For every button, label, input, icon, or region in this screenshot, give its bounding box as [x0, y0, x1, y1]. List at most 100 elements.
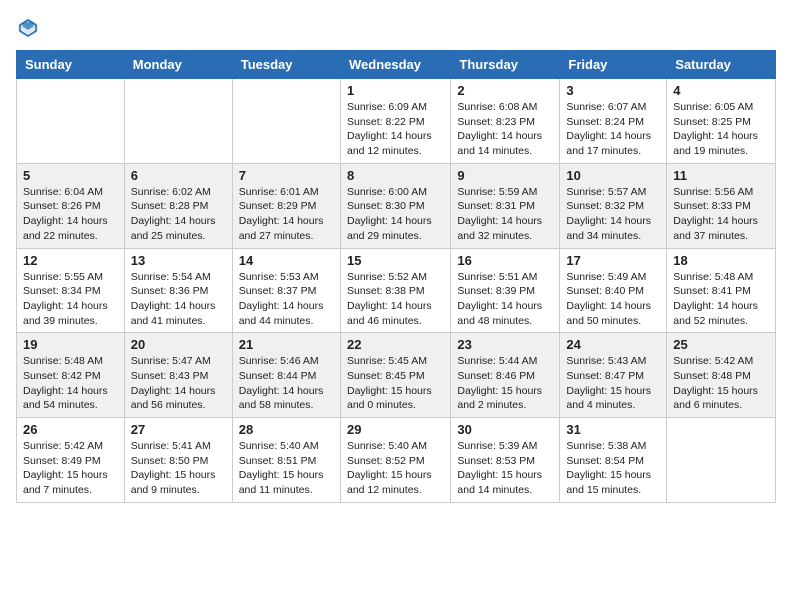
day-info: Sunrise: 5:39 AM Sunset: 8:53 PM Dayligh…	[457, 439, 553, 498]
day-cell: 17 Sunrise: 5:49 AM Sunset: 8:40 PM Dayli…	[560, 248, 667, 333]
day-cell: 28Sunrise: 5:40 AM Sunset: 8:51 PM Dayli…	[232, 418, 340, 503]
day-cell: 26 Sunrise: 5:42 AM Sunset: 8:49 PM Dayli…	[17, 418, 125, 503]
day-cell: 30 Sunrise: 5:39 AM Sunset: 8:53 PM Dayli…	[451, 418, 560, 503]
day-info: Sunrise: 5:59 AM Sunset: 8:31 PM Dayligh…	[457, 185, 553, 244]
day-cell: 27Sunrise: 5:41 AM Sunset: 8:50 PM Dayli…	[124, 418, 232, 503]
week-row-5: 26 Sunrise: 5:42 AM Sunset: 8:49 PM Dayli…	[17, 418, 776, 503]
day-info: Sunrise: 6:01 AM Sunset: 8:29 PM Dayligh…	[239, 185, 334, 244]
day-cell: 12 Sunrise: 5:55 AM Sunset: 8:34 PM Dayli…	[17, 248, 125, 333]
week-row-1: 1 Sunrise: 6:09 AM Sunset: 8:22 PM Daylig…	[17, 79, 776, 164]
day-number: 13	[131, 253, 226, 268]
day-cell	[124, 79, 232, 164]
day-info: Sunrise: 5:55 AM Sunset: 8:34 PM Dayligh…	[23, 270, 118, 329]
day-cell: 9 Sunrise: 5:59 AM Sunset: 8:31 PM Daylig…	[451, 163, 560, 248]
day-info: Sunrise: 5:45 AM Sunset: 8:45 PM Dayligh…	[347, 354, 444, 413]
day-info: Sunrise: 5:48 AM Sunset: 8:42 PM Dayligh…	[23, 354, 118, 413]
day-number: 11	[673, 168, 769, 183]
weekday-header-row: SundayMondayTuesdayWednesdayThursdayFrid…	[17, 51, 776, 79]
day-number: 5	[23, 168, 118, 183]
day-cell: 15 Sunrise: 5:52 AM Sunset: 8:38 PM Dayli…	[340, 248, 450, 333]
day-number: 27	[131, 422, 226, 437]
weekday-header-saturday: Saturday	[667, 51, 776, 79]
weekday-header-wednesday: Wednesday	[340, 51, 450, 79]
day-info: Sunrise: 5:53 AM Sunset: 8:37 PM Dayligh…	[239, 270, 334, 329]
day-info: Sunrise: 6:04 AM Sunset: 8:26 PM Dayligh…	[23, 185, 118, 244]
day-number: 21	[239, 337, 334, 352]
day-cell: 6 Sunrise: 6:02 AM Sunset: 8:28 PM Daylig…	[124, 163, 232, 248]
day-cell	[667, 418, 776, 503]
day-cell: 20 Sunrise: 5:47 AM Sunset: 8:43 PM Dayli…	[124, 333, 232, 418]
day-number: 16	[457, 253, 553, 268]
day-info: Sunrise: 5:42 AM Sunset: 8:49 PM Dayligh…	[23, 439, 118, 498]
day-number: 10	[566, 168, 660, 183]
day-info: Sunrise: 5:43 AM Sunset: 8:47 PM Dayligh…	[566, 354, 660, 413]
day-info: Sunrise: 6:05 AM Sunset: 8:25 PM Dayligh…	[673, 100, 769, 159]
weekday-header-thursday: Thursday	[451, 51, 560, 79]
day-number: 31	[566, 422, 660, 437]
day-cell: 1 Sunrise: 6:09 AM Sunset: 8:22 PM Daylig…	[340, 79, 450, 164]
calendar: SundayMondayTuesdayWednesdayThursdayFrid…	[16, 50, 776, 503]
day-number: 19	[23, 337, 118, 352]
day-cell: 29 Sunrise: 5:40 AM Sunset: 8:52 PM Dayli…	[340, 418, 450, 503]
day-number: 9	[457, 168, 553, 183]
day-cell: 25 Sunrise: 5:42 AM Sunset: 8:48 PM Dayli…	[667, 333, 776, 418]
day-info: Sunrise: 6:09 AM Sunset: 8:22 PM Dayligh…	[347, 100, 444, 159]
day-number: 15	[347, 253, 444, 268]
weekday-header-friday: Friday	[560, 51, 667, 79]
day-cell: 18 Sunrise: 5:48 AM Sunset: 8:41 PM Dayli…	[667, 248, 776, 333]
day-info: Sunrise: 6:02 AM Sunset: 8:28 PM Dayligh…	[131, 185, 226, 244]
day-number: 2	[457, 83, 553, 98]
logo	[16, 16, 44, 40]
weekday-header-tuesday: Tuesday	[232, 51, 340, 79]
logo-icon	[16, 16, 40, 40]
day-info: Sunrise: 5:52 AM Sunset: 8:38 PM Dayligh…	[347, 270, 444, 329]
day-info: Sunrise: 6:00 AM Sunset: 8:30 PM Dayligh…	[347, 185, 444, 244]
day-cell: 4Sunrise: 6:05 AM Sunset: 8:25 PM Daylig…	[667, 79, 776, 164]
day-number: 29	[347, 422, 444, 437]
week-row-3: 12 Sunrise: 5:55 AM Sunset: 8:34 PM Dayli…	[17, 248, 776, 333]
day-number: 12	[23, 253, 118, 268]
day-number: 20	[131, 337, 226, 352]
day-number: 14	[239, 253, 334, 268]
week-row-4: 19 Sunrise: 5:48 AM Sunset: 8:42 PM Dayli…	[17, 333, 776, 418]
day-cell: 10 Sunrise: 5:57 AM Sunset: 8:32 PM Dayli…	[560, 163, 667, 248]
day-number: 30	[457, 422, 553, 437]
day-number: 18	[673, 253, 769, 268]
day-number: 6	[131, 168, 226, 183]
day-number: 22	[347, 337, 444, 352]
day-number: 25	[673, 337, 769, 352]
day-info: Sunrise: 5:54 AM Sunset: 8:36 PM Dayligh…	[131, 270, 226, 329]
day-info: Sunrise: 5:40 AM Sunset: 8:52 PM Dayligh…	[347, 439, 444, 498]
day-info: Sunrise: 5:48 AM Sunset: 8:41 PM Dayligh…	[673, 270, 769, 329]
day-number: 17	[566, 253, 660, 268]
day-cell: 8 Sunrise: 6:00 AM Sunset: 8:30 PM Daylig…	[340, 163, 450, 248]
day-cell: 14 Sunrise: 5:53 AM Sunset: 8:37 PM Dayli…	[232, 248, 340, 333]
day-number: 3	[566, 83, 660, 98]
day-cell	[17, 79, 125, 164]
day-cell: 22 Sunrise: 5:45 AM Sunset: 8:45 PM Dayli…	[340, 333, 450, 418]
weekday-header-monday: Monday	[124, 51, 232, 79]
day-cell	[232, 79, 340, 164]
day-cell: 24Sunrise: 5:43 AM Sunset: 8:47 PM Dayli…	[560, 333, 667, 418]
day-info: Sunrise: 5:44 AM Sunset: 8:46 PM Dayligh…	[457, 354, 553, 413]
day-number: 23	[457, 337, 553, 352]
day-number: 8	[347, 168, 444, 183]
day-info: Sunrise: 5:57 AM Sunset: 8:32 PM Dayligh…	[566, 185, 660, 244]
day-cell: 13 Sunrise: 5:54 AM Sunset: 8:36 PM Dayli…	[124, 248, 232, 333]
day-info: Sunrise: 5:49 AM Sunset: 8:40 PM Dayligh…	[566, 270, 660, 329]
day-number: 1	[347, 83, 444, 98]
week-row-2: 5 Sunrise: 6:04 AM Sunset: 8:26 PM Daylig…	[17, 163, 776, 248]
day-cell: 11 Sunrise: 5:56 AM Sunset: 8:33 PM Dayli…	[667, 163, 776, 248]
day-cell: 5 Sunrise: 6:04 AM Sunset: 8:26 PM Daylig…	[17, 163, 125, 248]
day-cell: 2Sunrise: 6:08 AM Sunset: 8:23 PM Daylig…	[451, 79, 560, 164]
day-info: Sunrise: 5:51 AM Sunset: 8:39 PM Dayligh…	[457, 270, 553, 329]
day-cell: 23 Sunrise: 5:44 AM Sunset: 8:46 PM Dayli…	[451, 333, 560, 418]
day-info: Sunrise: 5:47 AM Sunset: 8:43 PM Dayligh…	[131, 354, 226, 413]
day-number: 26	[23, 422, 118, 437]
day-info: Sunrise: 5:38 AM Sunset: 8:54 PM Dayligh…	[566, 439, 660, 498]
day-info: Sunrise: 5:56 AM Sunset: 8:33 PM Dayligh…	[673, 185, 769, 244]
day-info: Sunrise: 5:40 AM Sunset: 8:51 PM Dayligh…	[239, 439, 334, 498]
day-info: Sunrise: 5:42 AM Sunset: 8:48 PM Dayligh…	[673, 354, 769, 413]
day-cell: 7Sunrise: 6:01 AM Sunset: 8:29 PM Daylig…	[232, 163, 340, 248]
day-cell: 31 Sunrise: 5:38 AM Sunset: 8:54 PM Dayli…	[560, 418, 667, 503]
